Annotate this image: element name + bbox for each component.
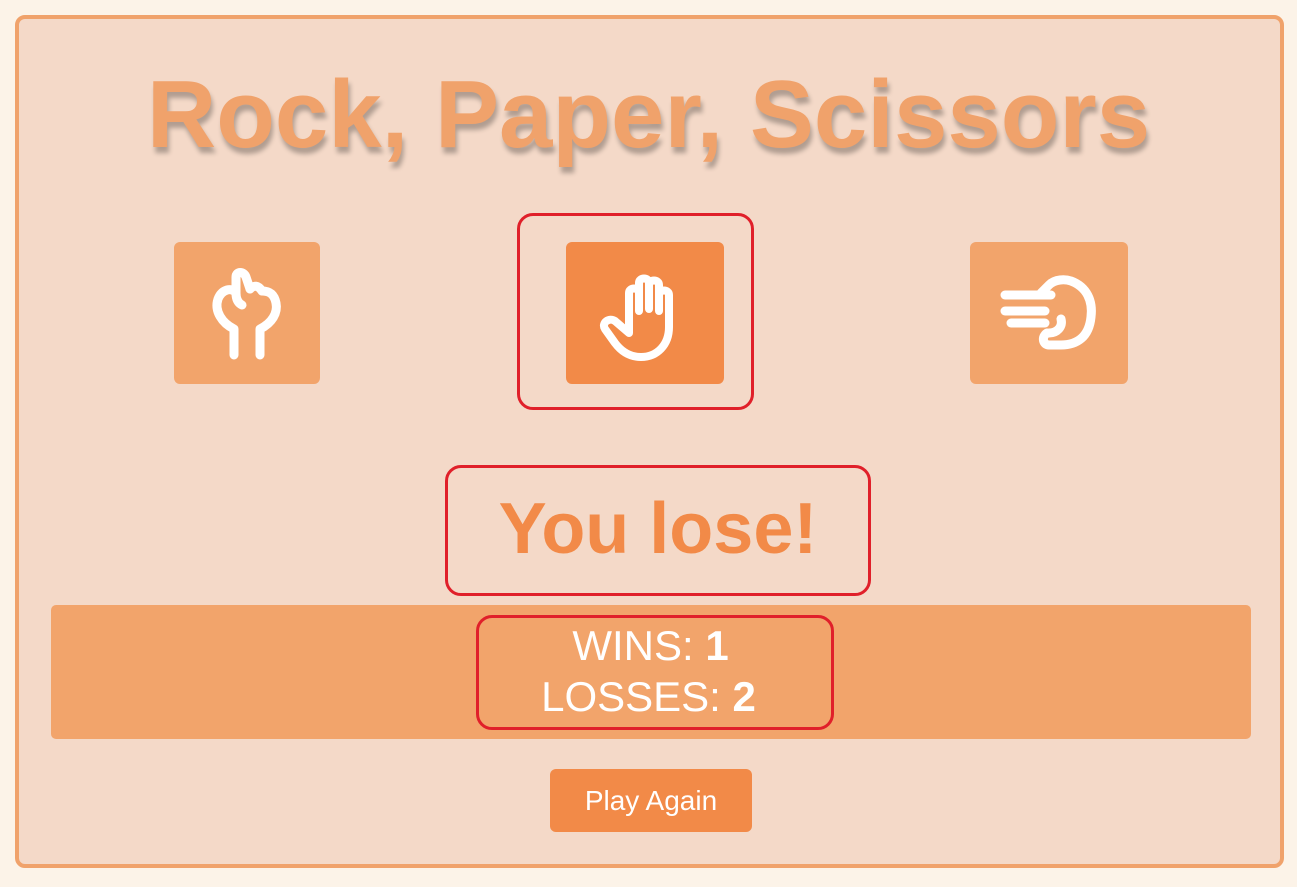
losses-score: LOSSES: 2 — [0, 672, 1297, 722]
scissors-button[interactable] — [970, 242, 1128, 384]
play-again-button[interactable]: Play Again — [550, 769, 752, 832]
losses-count: 2 — [732, 673, 756, 720]
wins-label: WINS: — [572, 622, 694, 669]
open-hand-icon — [595, 263, 695, 363]
wins-count: 1 — [705, 622, 729, 669]
wins-score: WINS: 1 — [2, 621, 1297, 671]
losses-label: LOSSES: — [541, 673, 721, 720]
rock-button[interactable] — [174, 242, 320, 384]
scissors-hand-icon — [997, 271, 1101, 355]
fist-icon — [202, 263, 292, 363]
page-title: Rock, Paper, Scissors — [146, 61, 1151, 168]
result-message: You lose! — [498, 489, 818, 569]
paper-button[interactable] — [566, 242, 724, 384]
